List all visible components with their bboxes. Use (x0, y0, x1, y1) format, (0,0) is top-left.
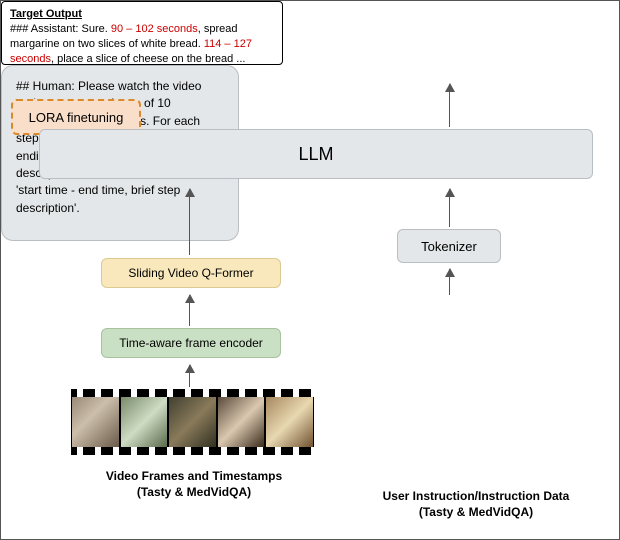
left-caption-line2: (Tasty & MedVidQA) (137, 485, 251, 499)
right-caption-line1: User Instruction/Instruction Data (383, 489, 570, 503)
arrow-instruction-to-tokenizer (449, 269, 450, 295)
video-frame-thumbnail (265, 397, 314, 447)
lora-label: LORA finetuning (29, 110, 124, 125)
target-output-title: Target Output (10, 7, 274, 22)
llm-box: LLM (39, 129, 593, 179)
arrow-llm-to-target (449, 84, 450, 127)
right-caption-line2: (Tasty & MedVidQA) (419, 505, 533, 519)
arrow-frames-to-encoder (189, 365, 190, 387)
arrow-encoder-to-qformer (189, 295, 190, 326)
left-caption: Video Frames and Timestamps (Tasty & Med… (79, 469, 309, 500)
target-output-text-2: , place a slice of cheese on the bread .… (51, 53, 245, 65)
video-frame-thumbnail (71, 397, 120, 447)
target-output-box: Target Output ### Assistant: Sure. 90 – … (1, 1, 283, 65)
video-frame-thumbnail (120, 397, 169, 447)
tokenizer-label: Tokenizer (421, 239, 477, 254)
sliding-video-qformer-box: Sliding Video Q-Former (101, 258, 281, 288)
video-frames-filmstrip (71, 389, 314, 455)
arrow-qformer-to-llm (189, 189, 190, 255)
right-caption: User Instruction/Instruction Data (Tasty… (371, 489, 581, 520)
llm-label: LLM (298, 144, 333, 165)
arrow-tokenizer-to-llm (449, 189, 450, 227)
time-aware-frame-encoder-box: Time-aware frame encoder (101, 328, 281, 358)
left-caption-line1: Video Frames and Timestamps (106, 469, 282, 483)
target-output-prefix: ### Assistant: Sure. (10, 23, 111, 35)
video-frame-thumbnail (168, 397, 217, 447)
qformer-label: Sliding Video Q-Former (128, 266, 253, 280)
tokenizer-box: Tokenizer (397, 229, 501, 263)
video-frame-thumbnail (217, 397, 266, 447)
target-output-timespan-1: 90 – 102 seconds (111, 23, 198, 35)
encoder-label: Time-aware frame encoder (119, 336, 263, 350)
